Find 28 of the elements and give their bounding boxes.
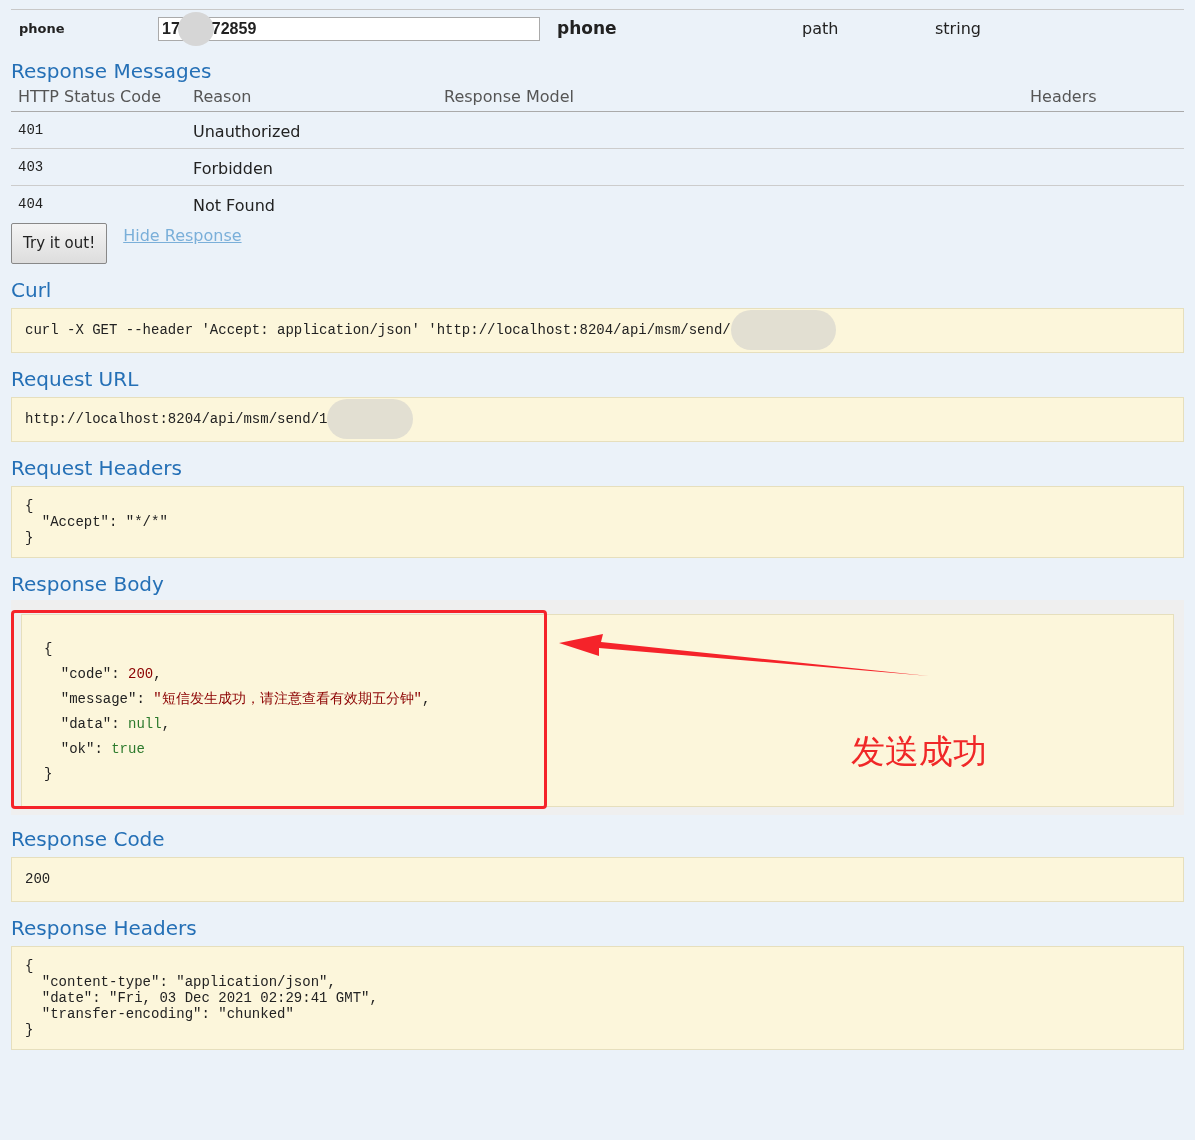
status-code: 401 bbox=[11, 112, 186, 149]
code-block: { "content-type": "application/json", "date": "Fri, 03 Dec 2021 02:29:41 GMT", "transfer-encoding": "chunked" } bbox=[11, 945, 1184, 1050]
section-heading: Response Body bbox=[11, 571, 165, 596]
section-heading: Request Headers bbox=[11, 455, 183, 480]
column-header: Response Model bbox=[437, 83, 1023, 112]
section-heading: Request URL bbox=[11, 366, 140, 391]
column-header: Headers bbox=[1023, 83, 1184, 112]
reason-text: Not Found bbox=[192, 195, 276, 217]
column-header: HTTP Status Code bbox=[11, 83, 186, 112]
status-code: 404 bbox=[17, 195, 45, 214]
section-heading: Response Code bbox=[11, 826, 166, 851]
parameter-name: phone bbox=[19, 19, 66, 38]
section-heading: Response Messages bbox=[11, 59, 213, 83]
code-block: curl -X GET --header 'Accept: application/json' 'http://localhost:8204/api/msm/send/ bbox=[11, 307, 1184, 353]
try-button[interactable]: Try it out! bbox=[11, 223, 108, 264]
code-block: http://localhost:8204/api/msm/send/1 bbox=[11, 396, 1184, 442]
section-heading: Curl bbox=[11, 277, 53, 302]
column-header: Reason bbox=[186, 83, 437, 112]
data-type: string bbox=[935, 17, 982, 40]
section-heading: Response Headers bbox=[11, 915, 198, 940]
status-code: 403 bbox=[11, 149, 186, 186]
parameter-type: path bbox=[802, 17, 840, 40]
annotation-text: 发送成功 bbox=[851, 729, 987, 773]
reason-text: Forbidden bbox=[186, 149, 437, 186]
parameter-description: phone bbox=[557, 16, 618, 40]
code-block: 200 bbox=[11, 856, 1184, 902]
reason-text: Unauthorized bbox=[186, 112, 437, 149]
code-block: { "Accept": "*/*" } bbox=[11, 485, 1184, 558]
